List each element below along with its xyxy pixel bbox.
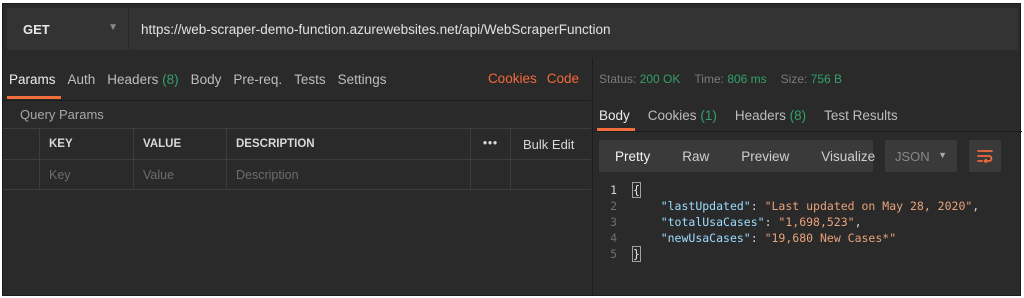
time-info: Time: 806 ms	[694, 72, 766, 86]
line-number: 3	[610, 215, 617, 229]
view-visualize[interactable]: Visualize	[805, 149, 891, 164]
tab-test-results[interactable]: Test Results	[824, 108, 898, 123]
tab-label: Headers	[107, 71, 159, 87]
code-line: 2 "lastUpdated": "Last updated on May 28…	[593, 198, 1022, 214]
table-header-row: KEY VALUE DESCRIPTION ••• Bulk Edit	[3, 128, 591, 159]
tab-count: (8)	[162, 71, 179, 87]
request-links: Cookies Code	[488, 71, 579, 86]
tab-params[interactable]: Params	[9, 72, 56, 87]
tab-label: Pre-req.	[233, 71, 283, 87]
json-value: "19,680 New Cases*"	[764, 231, 897, 245]
tab-auth[interactable]: Auth	[68, 72, 96, 87]
wrap-lines-icon	[977, 150, 993, 163]
table-row: Key Value Description	[3, 159, 591, 190]
tab-label: Auth	[67, 71, 96, 87]
time-label: Time:	[694, 72, 724, 86]
key-input[interactable]: Key	[39, 160, 133, 189]
description-header: DESCRIPTION	[226, 129, 470, 159]
wrap-lines-button[interactable]	[969, 140, 1001, 172]
description-input[interactable]: Description	[226, 160, 470, 189]
tab-pre-request[interactable]: Pre-req.	[233, 72, 282, 87]
code-line: 3 "totalUsaCases": "1,698,523",	[593, 214, 1022, 230]
status-value: 200 OK	[639, 72, 681, 86]
close-brace: }	[632, 246, 641, 262]
open-brace: {	[632, 182, 641, 198]
url-input[interactable]: https://web-scraper-demo-function.azurew…	[129, 22, 610, 37]
row-spacer	[470, 160, 510, 189]
tab-label: Test Results	[824, 107, 898, 123]
size-value: 756 B	[810, 72, 843, 86]
tab-count: (1)	[700, 107, 717, 123]
method-label: GET	[23, 21, 50, 37]
chevron-down-icon: ▼	[108, 22, 118, 33]
line-number: 2	[610, 199, 617, 213]
tab-response-cookies[interactable]: Cookies (1)	[648, 108, 717, 123]
bulk-edit-button[interactable]: Bulk Edit	[510, 129, 591, 159]
format-label: JSON	[895, 148, 930, 164]
json-key: "totalUsaCases"	[660, 215, 765, 229]
json-key: "newUsaCases"	[660, 231, 751, 245]
code-line: 4 "newUsaCases": "19,680 New Cases*"	[593, 230, 1022, 246]
tab-response-headers[interactable]: Headers (8)	[735, 108, 806, 123]
time-value: 806 ms	[727, 72, 767, 86]
tab-label: Settings	[337, 71, 387, 87]
value-input[interactable]: Value	[133, 160, 226, 189]
view-preview[interactable]: Preview	[725, 149, 805, 164]
json-value: "1,698,523"	[778, 215, 855, 229]
request-url-bar: GET ▼ https://web-scraper-demo-function.…	[7, 8, 1018, 50]
code-line: 5}	[593, 246, 1022, 262]
line-number: 1	[610, 183, 617, 197]
response-body-code[interactable]: 1{ 2 "lastUpdated": "Last updated on May…	[593, 182, 1022, 262]
divider	[593, 131, 1022, 132]
status-label: Status:	[599, 72, 637, 86]
json-value: "Last updated on May 28, 2020"	[764, 199, 973, 213]
chevron-down-icon: ▼	[938, 150, 947, 160]
response-panel: Status: 200 OK Time: 806 ms Size: 756 B …	[592, 58, 1022, 296]
query-params-title: Query Params	[20, 107, 104, 122]
tab-count: (8)	[789, 107, 807, 123]
query-params-table: KEY VALUE DESCRIPTION ••• Bulk Edit Key …	[3, 128, 591, 190]
view-raw[interactable]: Raw	[666, 149, 725, 164]
cookies-link[interactable]: Cookies	[488, 71, 537, 86]
tab-label: Headers	[734, 107, 786, 123]
json-key: "lastUpdated"	[660, 199, 751, 213]
postman-window: GET ▼ https://web-scraper-demo-function.…	[2, 3, 1022, 296]
row-spacer	[510, 160, 591, 189]
method-select[interactable]: GET ▼	[7, 8, 129, 50]
more-options-icon[interactable]: •••	[470, 129, 510, 159]
value-header: VALUE	[133, 129, 226, 159]
size-info: Size: 756 B	[781, 72, 842, 86]
size-label: Size:	[780, 72, 808, 86]
tab-label: Body	[599, 107, 630, 123]
status-info: Status: 200 OK	[599, 72, 680, 86]
tab-tests[interactable]: Tests	[294, 72, 326, 87]
row-checkbox[interactable]	[3, 160, 39, 189]
response-tabs: Body Cookies (1) Headers (8) Test Result…	[593, 100, 1022, 130]
line-number: 4	[610, 231, 617, 245]
tab-headers[interactable]: Headers (8)	[107, 72, 178, 87]
code-line: 1{	[593, 182, 1022, 198]
key-header: KEY	[39, 129, 133, 159]
code-link[interactable]: Code	[547, 71, 579, 86]
view-pretty[interactable]: Pretty	[599, 149, 666, 164]
tab-label: Cookies	[647, 107, 697, 123]
response-toolbar: Pretty Raw Preview Visualize JSON ▼	[599, 140, 1013, 172]
format-select[interactable]: JSON ▼	[885, 140, 957, 172]
tab-response-body[interactable]: Body	[599, 108, 630, 123]
tab-label: Params	[9, 71, 56, 87]
tab-settings[interactable]: Settings	[338, 72, 387, 87]
tab-label: Body	[190, 71, 222, 87]
divider	[3, 100, 591, 101]
line-number: 5	[610, 247, 617, 261]
view-mode-group: Pretty Raw Preview Visualize	[599, 140, 875, 172]
response-status-bar: Status: 200 OK Time: 806 ms Size: 756 B	[593, 58, 1022, 100]
request-panel: Params Auth Headers (8) Body Pre-req. Te…	[3, 58, 591, 296]
checkbox-column	[3, 129, 39, 159]
tab-label: Tests	[294, 71, 326, 87]
tab-body[interactable]: Body	[191, 72, 222, 87]
active-tab-indicator	[7, 96, 61, 99]
